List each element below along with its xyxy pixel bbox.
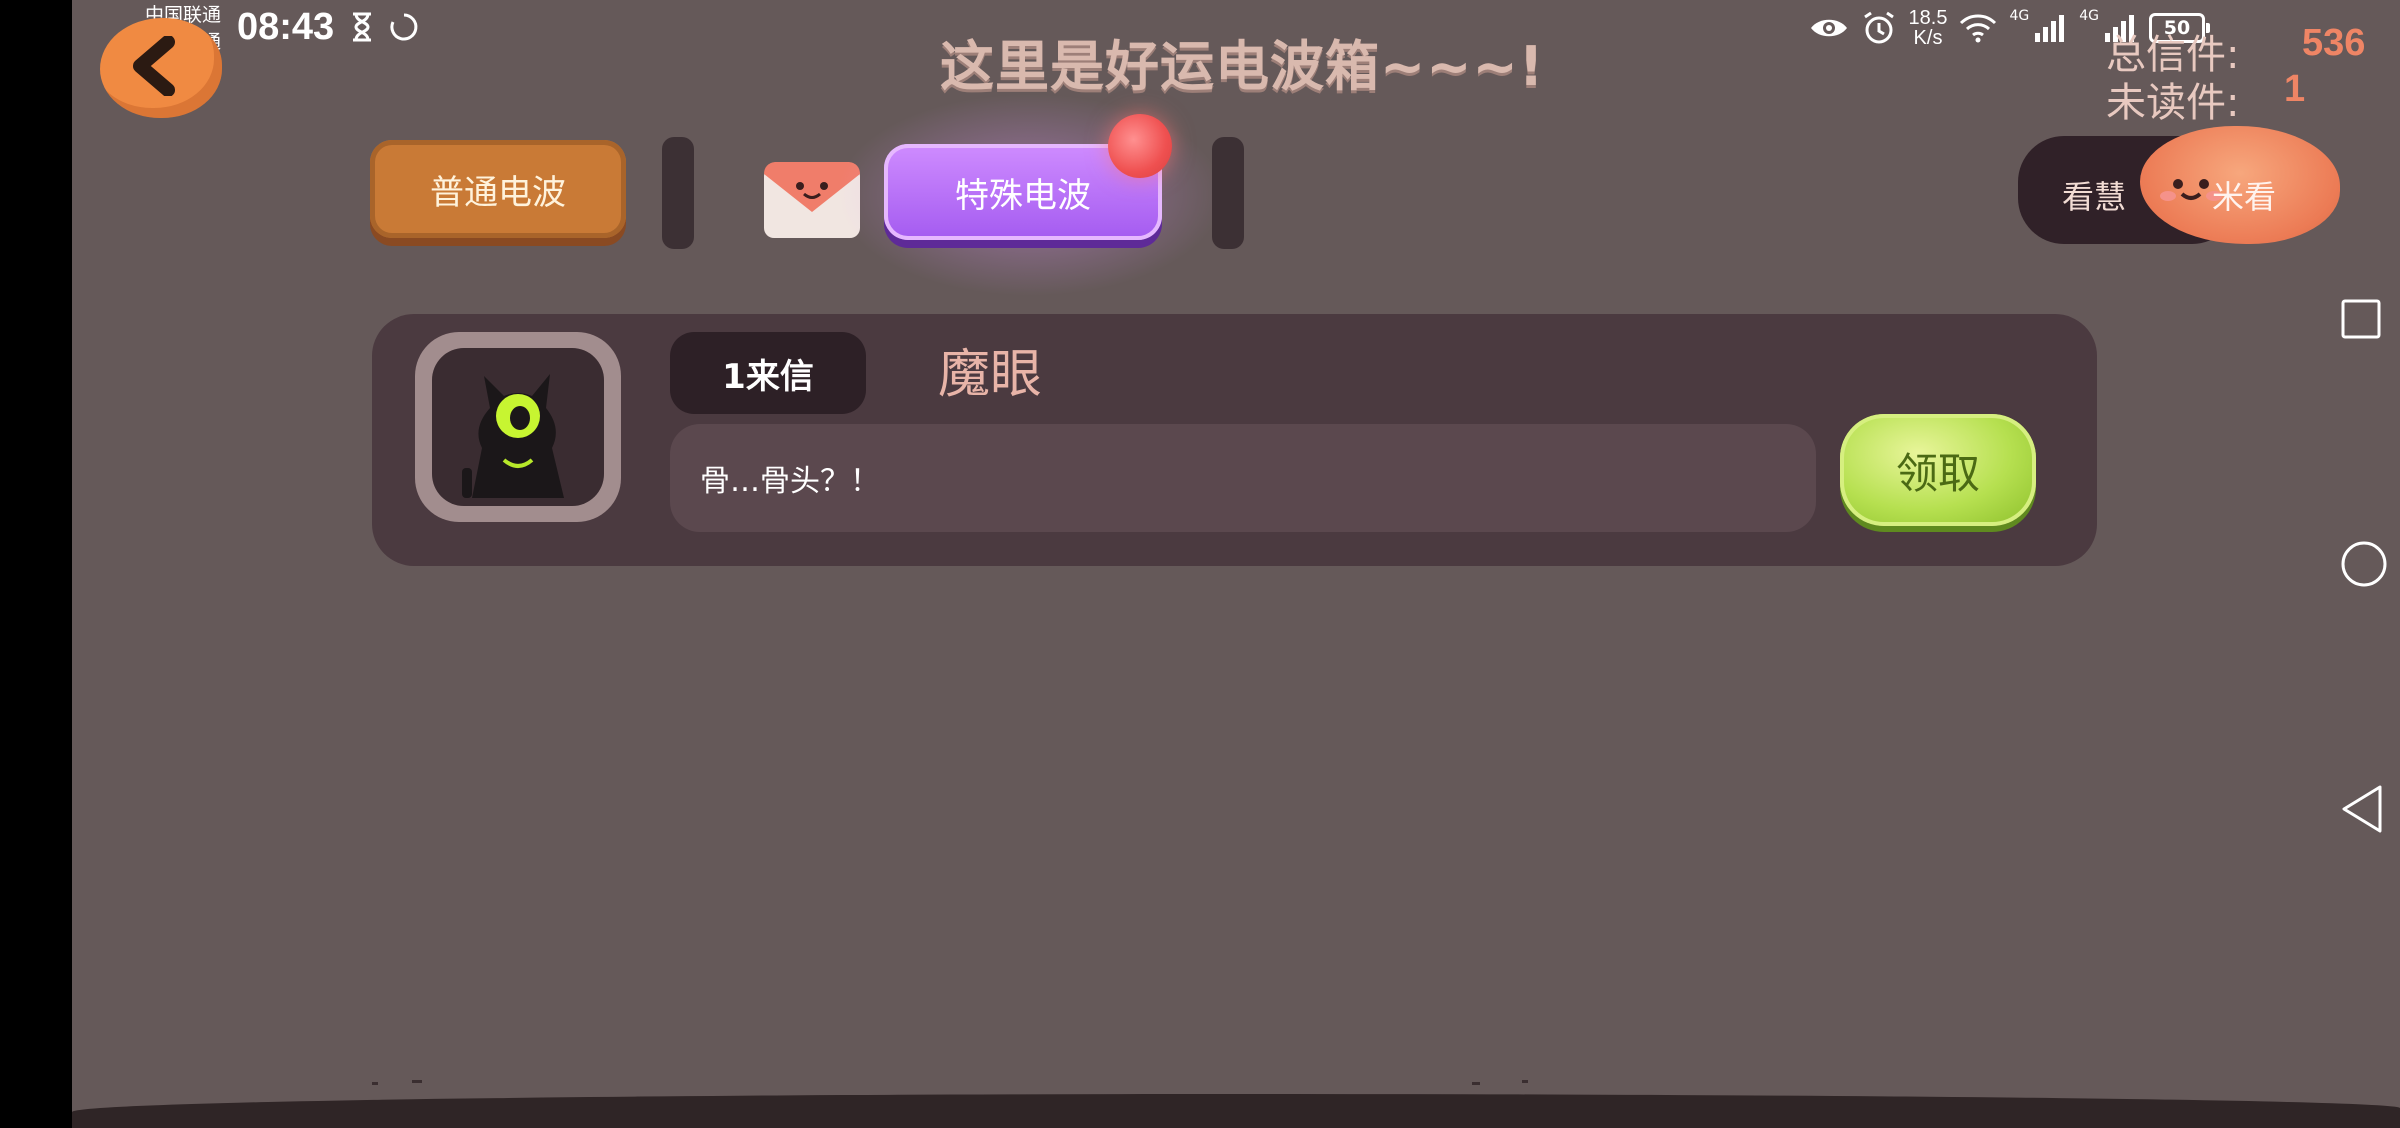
signal-label-1: 4G bbox=[2009, 8, 2030, 24]
speed-unit: K/s bbox=[1913, 27, 1943, 49]
back-arrow-icon bbox=[133, 36, 175, 96]
claim-button[interactable]: 领取 bbox=[1840, 414, 2036, 526]
letter-count-badge: 1来信 bbox=[670, 332, 866, 414]
clock: 08:43 bbox=[237, 6, 335, 48]
triangle-back-icon[interactable] bbox=[2340, 784, 2384, 834]
black-cat-icon bbox=[462, 374, 564, 498]
eye-icon bbox=[1810, 19, 1847, 37]
tab-normal-waves[interactable]: 普通电波 bbox=[370, 140, 626, 238]
tab-divider-right bbox=[1212, 137, 1244, 249]
sender-name: 魔眼 bbox=[938, 345, 1043, 405]
sender-avatar bbox=[432, 348, 604, 506]
unread-letters-value: 1 bbox=[2284, 68, 2306, 110]
signal-label-2: 4G bbox=[2079, 8, 2099, 24]
hourglass-icon bbox=[353, 12, 371, 42]
square-icon[interactable] bbox=[2340, 298, 2382, 340]
view-button-text-left: 看慧 bbox=[2062, 178, 2127, 216]
system-nav-bar bbox=[2320, 0, 2400, 1128]
tab-divider-left bbox=[662, 137, 694, 249]
notification-dot bbox=[1108, 114, 1172, 178]
speed-value: 18.5 bbox=[1908, 7, 1948, 29]
ground-texture bbox=[372, 1080, 1528, 1085]
message-text: 骨…骨头？！ bbox=[700, 464, 880, 499]
wifi-icon bbox=[1960, 14, 1997, 43]
unread-letters-label: 未读件: bbox=[2106, 80, 2240, 126]
circle-icon[interactable] bbox=[2340, 540, 2388, 588]
network-speed: 18.5 K/s bbox=[1909, 8, 1948, 48]
view-button-text-right: 米看 bbox=[2212, 178, 2277, 216]
alarm-icon bbox=[1863, 11, 1894, 44]
sync-icon bbox=[390, 13, 418, 41]
ground bbox=[72, 1094, 2400, 1128]
back-button[interactable] bbox=[100, 18, 222, 118]
signal-icon-1 bbox=[2035, 15, 2065, 42]
